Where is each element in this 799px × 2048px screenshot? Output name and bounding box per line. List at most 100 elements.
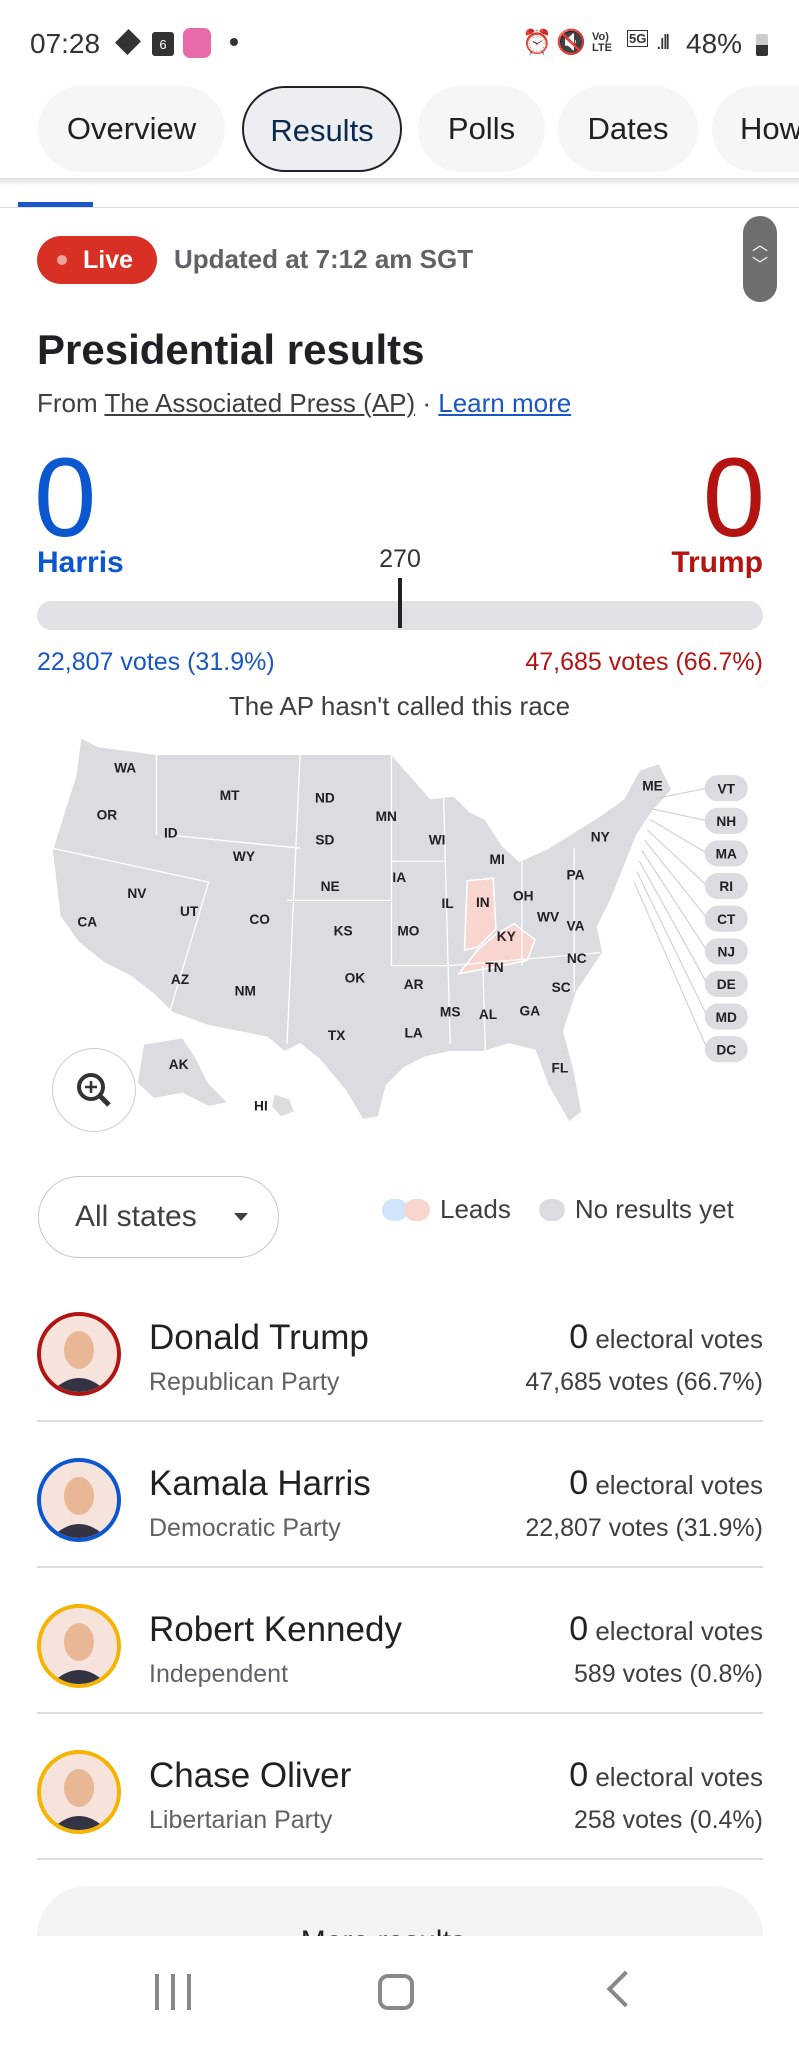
candidate-popular-votes: 22,807 votes (31.9%) (525, 1514, 763, 1542)
candidate-popular-votes: 258 votes (0.4%) (574, 1806, 763, 1834)
updated-time: Updated at 7:12 am SGT (174, 244, 474, 274)
signal-icon: .ıll (656, 32, 670, 54)
state-filter-value: All states (75, 1200, 197, 1233)
state-label: CO (249, 912, 270, 927)
tab-bar: Overview Results Polls Dates How (0, 86, 799, 172)
state-label: ME (642, 779, 663, 794)
state-label: NC (567, 951, 587, 966)
candidate-row[interactable]: Chase Oliver Libertarian Party 0 elector… (37, 1714, 763, 1860)
harris-electoral-count: 0 (34, 435, 97, 560)
divider (0, 207, 799, 208)
harris-popular-votes: 22,807 votes (31.9%) (37, 648, 275, 676)
candidate-row[interactable]: Kamala Harris Democratic Party 0 elector… (37, 1422, 763, 1568)
small-state-label: DC (716, 1042, 736, 1057)
map-legend: Leads No results yet (382, 1194, 734, 1225)
mute-icon: 🔇 (556, 29, 586, 56)
state-label: KY (497, 929, 516, 944)
candidate-row[interactable]: Donald Trump Republican Party 0 electora… (37, 1276, 763, 1422)
page-title: Presidential results (37, 326, 425, 373)
state-label: GA (520, 1003, 541, 1018)
state-label: NE (321, 879, 340, 894)
small-state-label: DE (717, 977, 736, 992)
state-label: OK (345, 971, 366, 986)
header-shadow (0, 178, 799, 186)
tab-results[interactable]: Results (242, 86, 402, 172)
tab-polls[interactable]: Polls (418, 86, 545, 172)
no-results-swatch (538, 1198, 565, 1221)
small-state-label: MA (716, 847, 737, 862)
map-zoom-button[interactable] (52, 1048, 136, 1132)
state-label: HI (254, 1099, 268, 1114)
state-label: MO (397, 924, 419, 939)
state-label: AK (169, 1057, 189, 1072)
state-label: MS (440, 1005, 461, 1020)
state-label: IL (441, 896, 453, 911)
candidate-electoral-votes: 0 electoral votes (569, 1610, 763, 1649)
tab-how[interactable]: How (712, 86, 799, 172)
candidate-avatar (37, 1604, 121, 1688)
trump-popular-votes: 47,685 votes (66.7%) (525, 648, 763, 676)
electoral-count: 0 (569, 1756, 589, 1794)
candidate-popular-votes: 47,685 votes (66.7%) (525, 1368, 763, 1396)
candidate-avatar (37, 1458, 121, 1542)
caret-down-icon (234, 1213, 248, 1221)
leader-line (636, 871, 708, 1017)
threshold-tick (398, 578, 402, 628)
leader-line (652, 808, 708, 822)
live-badge: Live (37, 236, 157, 284)
trump-label: Trump (671, 546, 763, 579)
electoral-label: electoral votes (595, 1616, 763, 1646)
chevron-down-icon: ﹀ (751, 257, 768, 274)
state-label: TN (485, 960, 503, 975)
separator: · (422, 388, 432, 418)
recent-apps-button[interactable] (155, 1974, 191, 2010)
state-label: OR (97, 807, 118, 822)
trump-electoral-count: 0 (702, 435, 765, 560)
state-label: NY (591, 830, 610, 845)
candidate-party: Republican Party (149, 1368, 340, 1396)
candidate-avatar (37, 1750, 121, 1834)
candidate-name: Donald Trump (149, 1318, 369, 1357)
app-icon (183, 28, 211, 58)
state-label: WY (233, 849, 255, 864)
candidate-popular-votes: 589 votes (0.8%) (574, 1660, 763, 1688)
electoral-label: electoral votes (595, 1470, 763, 1500)
state-label: WV (537, 909, 560, 924)
state-label: AZ (171, 972, 189, 987)
small-state-label: MD (716, 1010, 737, 1025)
status-bar: 07:28 6 ⏰ 🔇 Vo) LTE 5G .ıll 48% (0, 28, 799, 72)
tab-dates[interactable]: Dates (558, 86, 698, 172)
battery-icon (756, 34, 768, 56)
state-HI-shape[interactable] (270, 1092, 296, 1119)
electoral-count: 0 (569, 1318, 589, 1356)
state-label: WA (114, 760, 136, 775)
leader-line (649, 819, 708, 854)
state-label: TX (328, 1028, 346, 1043)
state-AK-shape[interactable] (136, 1036, 230, 1108)
fast-scroll-handle[interactable]: ︿ ﹀ (743, 216, 777, 302)
source-link[interactable]: The Associated Press (AP) (104, 388, 415, 418)
state-label: AR (404, 977, 424, 992)
home-button[interactable] (378, 1974, 414, 2010)
candidate-name: Chase Oliver (149, 1756, 352, 1795)
candidate-row[interactable]: Robert Kennedy Independent 0 electoral v… (37, 1568, 763, 1714)
state-label: IA (392, 870, 406, 885)
electoral-label: electoral votes (595, 1324, 763, 1354)
learn-more-link[interactable]: Learn more (438, 388, 571, 418)
battery-level: 48% (686, 28, 743, 59)
chevron-up-icon: ︿ (751, 237, 768, 254)
state-label: PA (567, 868, 585, 883)
tab-overview[interactable]: Overview (38, 86, 225, 172)
candidate-electoral-votes: 0 electoral votes (569, 1318, 763, 1357)
candidate-avatar (37, 1312, 121, 1396)
calendar-icon: 6 (152, 32, 174, 56)
electoral-count: 0 (569, 1610, 589, 1648)
state-label: CA (77, 914, 97, 929)
legend-no-results: No results yet (574, 1194, 734, 1224)
live-label: Live (83, 246, 134, 274)
us-electoral-map[interactable]: WA MT ND MN OR ID SD WI WY MI NY ME PA IA NE NV UT CO IL IN… (39, 724, 770, 1129)
state-filter-dropdown[interactable]: All states (38, 1176, 279, 1258)
alarm-icon: ⏰ (522, 29, 552, 56)
back-button[interactable] (606, 1970, 644, 2008)
state-label: ID (164, 826, 178, 841)
